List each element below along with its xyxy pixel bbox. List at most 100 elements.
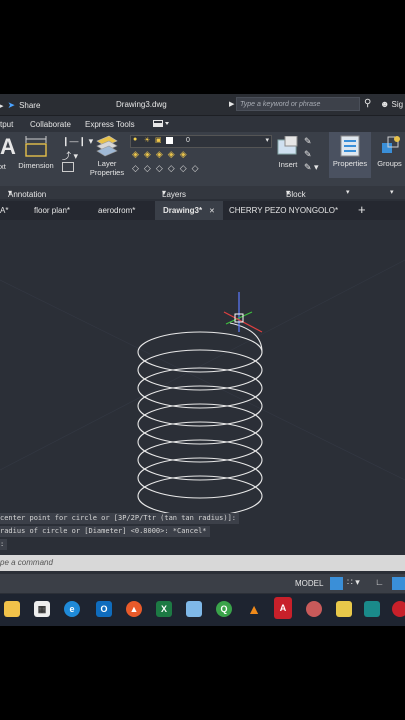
properties-button[interactable]: Properties — [329, 132, 371, 178]
dimension-button[interactable]: Dimension — [14, 134, 58, 174]
coil-turn — [137, 367, 263, 409]
layer-tool-icon[interactable]: ◈ — [132, 149, 144, 159]
tab-output[interactable]: tput — [0, 120, 13, 129]
command-input[interactable]: pe a command — [0, 555, 405, 571]
vlc-icon[interactable]: ▲ — [246, 601, 262, 617]
insert-button[interactable]: Insert — [274, 134, 302, 174]
file-tab[interactable]: CHERRY PEZO NYONGOLO* — [229, 206, 338, 215]
annotation-label: Annotation — [8, 190, 47, 199]
share-label: Share — [19, 101, 41, 110]
layer-tool-icon[interactable]: ◈ — [168, 149, 180, 159]
model-tab[interactable]: MODEL — [295, 579, 323, 588]
app4-icon[interactable] — [364, 601, 380, 617]
file-tabs: A* floor plan* aerodrom* Drawing3* ✕ CHE… — [0, 201, 405, 220]
command-history-line: radius of circle or [Diameter] <0.8000>:… — [0, 526, 210, 537]
chevron-down-icon[interactable]: ▾ — [346, 188, 350, 196]
groups-button[interactable]: Groups — [374, 132, 405, 178]
share-button[interactable]: ▸ ➤ Share — [0, 100, 40, 111]
layer-tool-icon[interactable]: ◈ — [144, 149, 156, 159]
layer-dropdown[interactable]: ● ☀ ▣ 0 ▾ — [130, 135, 272, 148]
chevron-right-icon[interactable]: ▶ — [229, 100, 234, 108]
tab-collaborate[interactable]: Collaborate — [30, 120, 71, 129]
drawing-canvas[interactable] — [0, 220, 405, 550]
coil-turn — [137, 457, 263, 499]
file-explorer-icon[interactable] — [4, 601, 20, 617]
layer-tool-icon[interactable]: ◈ — [180, 149, 192, 159]
layers-panel-label[interactable]: Layers ▾ — [162, 188, 186, 199]
layer-tool-icon[interactable]: ◈ — [156, 149, 168, 159]
insert-label: Insert — [278, 160, 298, 169]
add-tab-icon[interactable]: + — [358, 202, 366, 217]
ortho-icon[interactable]: ∟ — [375, 577, 384, 587]
attribute-icon[interactable]: ✎ ▾ — [304, 162, 319, 173]
properties-icon — [340, 135, 360, 157]
app5-icon[interactable] — [392, 601, 405, 617]
table-icon[interactable] — [62, 162, 74, 172]
file-tab-active[interactable]: Drawing3* — [163, 206, 202, 215]
command-history: center point for circle or [3P/2P/Ttr (t… — [0, 513, 405, 553]
text-label: xt — [0, 162, 6, 171]
autocad-window: ▸ ➤ Share Drawing3.dwg ▶ Type a keyword … — [0, 94, 405, 626]
app3-icon[interactable] — [336, 601, 352, 617]
ucs-cursor — [223, 292, 263, 333]
create-block-icon[interactable]: ✎ — [304, 136, 312, 147]
ribbon: A xt Dimension ❙—❙ ▾ ⤴ ▾ Layer Propertie… — [0, 132, 405, 194]
layer-tool-icon[interactable]: ◇ — [144, 163, 156, 173]
store-icon[interactable]: ▦ — [34, 601, 50, 617]
command-history-line: center point for circle or [3P/2P/Ttr (t… — [0, 513, 240, 524]
edge-icon[interactable]: e — [64, 601, 80, 617]
layer-tool-icon[interactable]: ◇ — [192, 163, 204, 173]
layers-label: Layers — [162, 190, 187, 199]
chevron-down-icon[interactable]: ▾ — [390, 188, 394, 196]
app-icon[interactable] — [186, 601, 202, 617]
layer-tool-icon[interactable]: ◇ — [180, 163, 192, 173]
layer-properties-label-line2: Properties — [89, 168, 125, 177]
layer-tools-row-2: ◇◇◇◇◇◇ — [132, 163, 204, 174]
user-icon: ☻ — [380, 99, 390, 109]
close-icon[interactable]: ✕ — [209, 207, 215, 215]
groups-icon — [382, 136, 400, 153]
outlook-icon[interactable]: O — [96, 601, 112, 617]
coil-drawing — [137, 322, 263, 517]
excel-icon[interactable]: X — [156, 601, 172, 617]
block-panel-label[interactable]: Block ▾ — [286, 188, 306, 199]
ribbon-tabs: tput Collaborate Express Tools — [0, 116, 405, 132]
command-history-line: : — [0, 539, 8, 550]
ribbon-toggle-icon[interactable] — [152, 119, 170, 130]
layer-color-swatch — [166, 137, 173, 144]
tab-express-tools[interactable]: Express Tools — [85, 120, 135, 129]
file-tab[interactable]: A* — [0, 206, 8, 215]
brave-icon[interactable]: ▲ — [126, 601, 142, 617]
annotation-panel-label[interactable]: Annotation ▾ — [8, 188, 46, 199]
app2-icon[interactable] — [306, 601, 322, 617]
lightbulb-icon: ● — [133, 136, 138, 143]
layers-stack-icon — [96, 135, 118, 157]
leader-icon[interactable]: ⤴ ▾ — [62, 149, 78, 162]
layer-tool-icon[interactable]: ◇ — [132, 163, 144, 173]
grid-line — [0, 259, 405, 471]
qgis-icon[interactable]: Q — [216, 601, 232, 617]
layer-properties-button[interactable]: Layer Properties — [88, 134, 126, 178]
ribbon-panel-labels: Annotation ▾ Layers ▾ Block ▾ ▾ ▾ — [0, 186, 405, 199]
file-tab[interactable]: floor plan* — [34, 206, 70, 215]
search-input[interactable]: Type a keyword or phrase — [236, 97, 360, 111]
text-tool[interactable]: A xt — [0, 136, 16, 176]
dimension-label: Dimension — [18, 161, 54, 170]
search-icon[interactable]: ⚲ — [364, 98, 371, 109]
file-tab[interactable]: aerodrom* — [98, 206, 135, 215]
polar-icon[interactable] — [392, 577, 405, 590]
autocad-icon[interactable]: A — [274, 597, 292, 619]
document-title: Drawing3.dwg — [116, 100, 167, 109]
snap-icon[interactable]: ∷ ▾ — [347, 577, 360, 588]
grid-line — [0, 279, 405, 481]
layer-tool-icon[interactable]: ◇ — [168, 163, 180, 173]
coil-turn — [137, 385, 263, 427]
grid-toggle-icon[interactable] — [330, 577, 343, 590]
share-icon: ➤ — [7, 100, 16, 110]
lock-icon: ▣ — [155, 137, 162, 144]
sign-in-button[interactable]: ☻ Sig — [380, 99, 403, 109]
properties-label: Properties — [332, 159, 368, 168]
layer-tool-icon[interactable]: ◇ — [156, 163, 168, 173]
canvas-drawing — [0, 259, 405, 517]
edit-block-icon[interactable]: ✎ — [304, 149, 312, 160]
